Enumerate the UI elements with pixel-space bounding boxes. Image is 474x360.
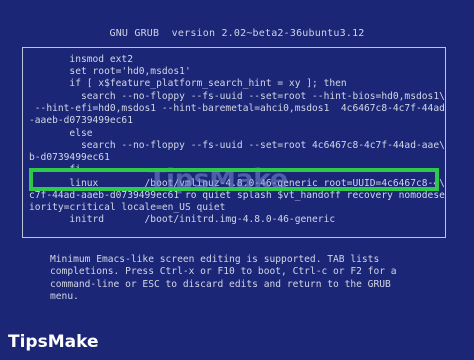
linux-line-highlight [29,168,439,191]
editor-line[interactable]: -aaeb-d0739499ec61 [29,115,133,127]
brand-logo: TipsMake [8,332,99,352]
grub-screen: GNU GRUB version 2.02~beta2-36ubuntu3.12… [0,0,474,360]
boot-entry-editor[interactable]: insmod ext2 set root='hd0,msdos1' if [ x… [22,47,446,238]
grub-title: GNU GRUB version 2.02~beta2-36ubuntu3.12 [109,28,365,39]
editor-line[interactable]: search --no-floppy --fs-uuid --set=root … [29,140,445,152]
editor-line-initrd[interactable]: initrd /boot/initrd.img-4.8.0-46-generic [29,214,335,226]
editor-line[interactable]: search --no-floppy --fs-uuid --set=root … [29,91,445,103]
editor-line[interactable]: if [ x$feature_platform_search_hint = xy… [29,78,346,90]
editor-line[interactable]: --hint-efi=hd0,msdos1 --hint-baremetal=a… [29,103,445,115]
editor-line[interactable]: iority=critical locale=en_US quiet [29,202,225,214]
editor-line[interactable]: insmod ext2 [29,54,133,66]
help-text: Minimum Emacs-like screen editing is sup… [50,254,397,303]
editor-line[interactable]: b-d0739499ec61 [29,152,110,164]
editor-line[interactable]: set root='hd0,msdos1' [29,66,190,78]
editor-line[interactable]: else [29,128,92,140]
